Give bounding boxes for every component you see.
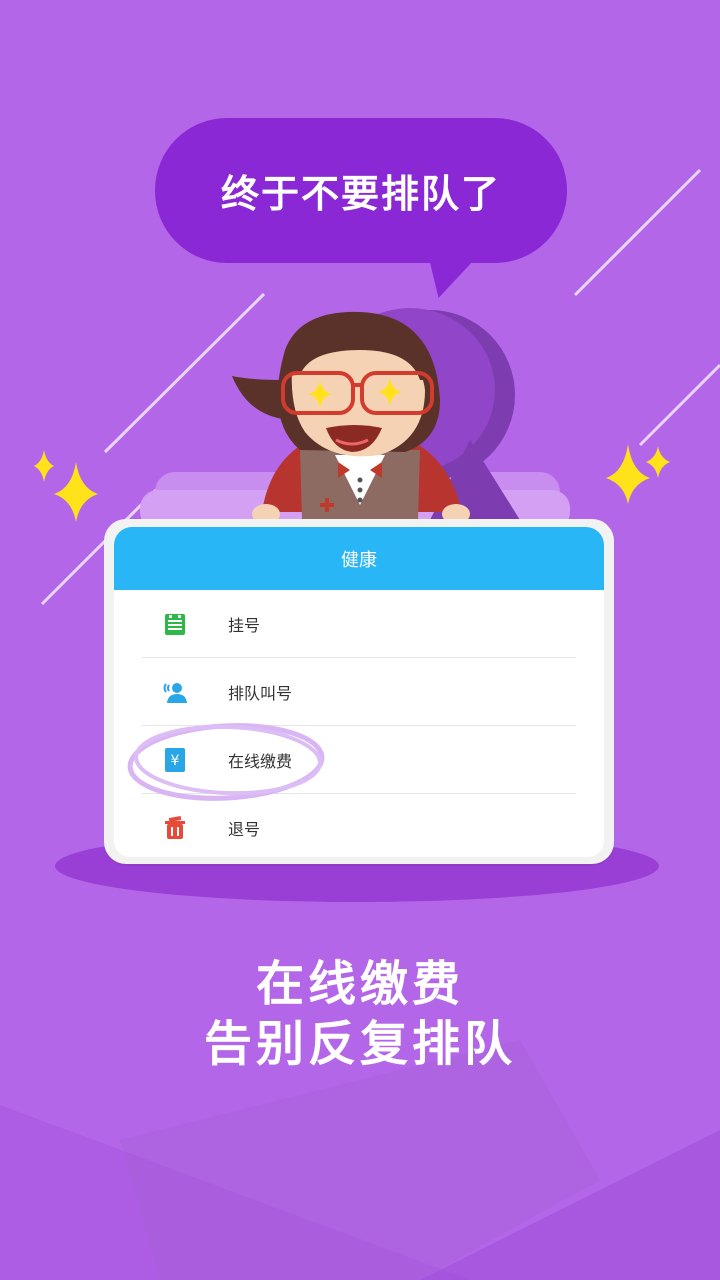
health-menu-card: 健康 挂号 排队叫号 ¥ 在线缴费 退号	[104, 519, 614, 864]
caption-line-2: 告别反复排队	[203, 1016, 516, 1072]
card-header: 健康	[114, 527, 604, 590]
health-menu-panel: 健康 挂号 排队叫号 ¥ 在线缴费 退号	[114, 527, 604, 857]
menu-item-label: 在线缴费	[228, 751, 293, 771]
menu-item-queue-call[interactable]: 排队叫号	[142, 658, 576, 726]
yuan-payment-icon: ¥	[162, 747, 188, 773]
menu-item-label: 挂号	[228, 615, 261, 635]
card-title: 健康	[341, 549, 377, 571]
register-sheet-icon	[162, 611, 188, 637]
svg-text:¥: ¥	[171, 753, 180, 769]
queue-call-icon	[162, 679, 188, 705]
menu-item-online-payment[interactable]: ¥ 在线缴费	[142, 726, 576, 794]
menu-item-cancel-registration[interactable]: 退号	[142, 794, 576, 857]
menu-item-label: 退号	[228, 819, 261, 839]
menu-item-register[interactable]: 挂号	[142, 590, 576, 658]
trash-bin-icon	[162, 815, 188, 841]
menu-item-label: 排队叫号	[228, 683, 293, 703]
